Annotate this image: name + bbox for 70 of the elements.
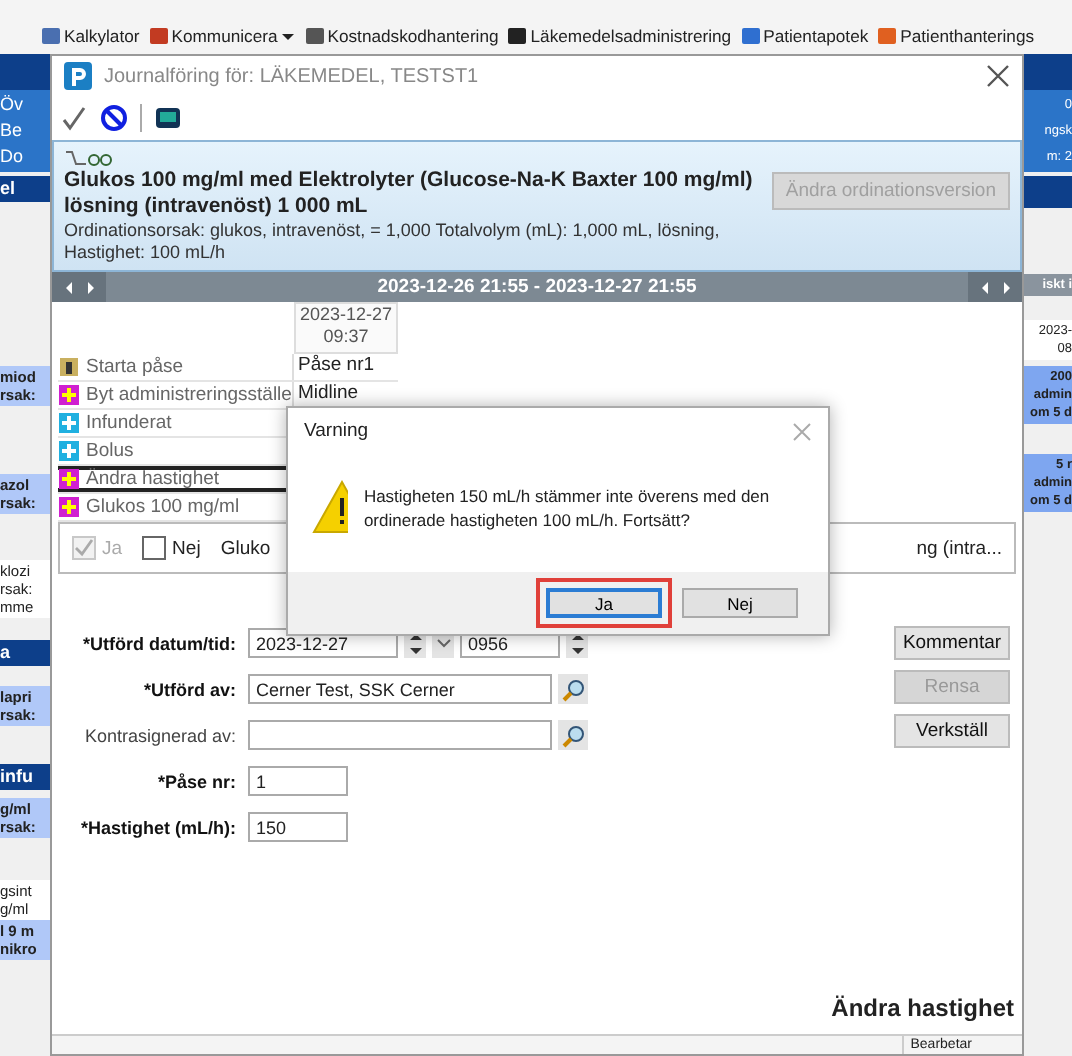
app-logo-icon (64, 62, 92, 90)
menu-item[interactable]: Patienthanterings (876, 24, 1035, 46)
background-header-bar (1024, 54, 1072, 90)
grid-row-label[interactable]: Starta påse (58, 354, 292, 380)
background-header-bar (1024, 176, 1072, 208)
nav-arrows-icon[interactable] (968, 272, 1022, 302)
input-field[interactable] (248, 720, 552, 750)
event-icon (58, 384, 80, 406)
menu-icon (303, 24, 326, 46)
field-label: *Hastighet (mL/h): (79, 817, 238, 837)
event-icon (58, 440, 80, 462)
warning-message: Hastigheten 150 mL/h stämmer inte överens med den ordinerade hastigheten 100 mL/h. Fortsätt? (363, 483, 772, 531)
event-icon (58, 468, 80, 490)
grid-row-label[interactable]: Infunderat (58, 410, 292, 436)
order-text: ng (intra... (916, 537, 1002, 559)
timeline-range: 2023-12-26 21:55 - 2023-12-27 21:55 (375, 276, 699, 298)
menu-icon (506, 24, 529, 46)
background-text: infu (0, 768, 35, 786)
warning-icon (312, 480, 348, 534)
input-field[interactable]: 150 (248, 812, 348, 842)
background-text: el (0, 180, 18, 198)
input-field[interactable]: Cerner Test, SSK Cerner (248, 674, 552, 704)
background-text: Do (0, 144, 26, 170)
grid-row-label[interactable]: Byt administreringsställe (58, 382, 292, 408)
cancel-icon[interactable] (100, 104, 128, 132)
event-icon (58, 412, 80, 434)
menu-icon (876, 24, 899, 46)
grid-row-label[interactable]: Glukos 100 mg/ml (58, 494, 292, 520)
search-icon[interactable] (558, 674, 588, 704)
monitor-icon[interactable] (154, 106, 182, 130)
background-text: Be (0, 118, 25, 144)
action-button[interactable]: Verkställ (894, 714, 1010, 748)
dialog-title: Varning (304, 420, 369, 442)
menu-icon (147, 24, 170, 46)
menu-item[interactable]: Kommunicera (147, 24, 296, 46)
input-field[interactable]: 1 (248, 766, 348, 796)
checkmark-icon[interactable] (60, 104, 88, 132)
form-title: Ändra hastighet (831, 994, 1016, 1026)
menu-item[interactable]: Kalkylator (40, 24, 140, 46)
background-text: Öv (0, 92, 26, 118)
grid-cell: Midline (298, 382, 359, 404)
order-text: Gluko (220, 537, 271, 559)
close-icon[interactable] (986, 64, 1010, 88)
checkbox[interactable] (142, 536, 167, 560)
menu-icon (739, 24, 762, 46)
dialog-button[interactable]: Nej (682, 588, 798, 618)
search-icon[interactable] (558, 720, 588, 750)
window-title: Journalföring för: LÄKEMEDEL, TESTST1 (104, 65, 481, 87)
background-header-bar (0, 54, 50, 90)
checkbox-label: Ja (102, 537, 123, 559)
checkbox-label: Nej (172, 537, 201, 559)
action-button[interactable]: Kommentar (894, 626, 1010, 660)
menu-item[interactable]: Patientapotek (739, 24, 869, 46)
menu-item[interactable]: Läkemedelsadministrering (506, 24, 732, 46)
bag-icon (58, 356, 80, 378)
field-label: *Utförd datum/tid: (81, 633, 238, 653)
field-label: *Utförd av: (141, 679, 238, 699)
grid-cell: Påse nr1 (298, 354, 375, 376)
event-icon (58, 496, 80, 518)
field-label: *Påse nr: (155, 771, 238, 791)
dialog-button[interactable]: Ja (546, 588, 662, 618)
menu-icon (40, 24, 62, 46)
menu-item[interactable]: Kostnadskodhantering (303, 24, 499, 46)
nav-arrows-icon[interactable] (52, 272, 106, 302)
order-title: Glukos 100 mg/ml med Elektrolyter (Glucose-Na-K Baxter 100 mg/ml) lösning (intravenöst) 1 000 mL (64, 168, 755, 220)
order-details: Ordinationsorsak: glukos, intravenöst, = 1,000 Totalvolym (mL): 1,000 mL, lösning, Hastighet: 100 mL/h (64, 220, 722, 264)
column-header: 2023-12-27 09:37 (294, 302, 398, 354)
grid-row-label[interactable]: Bolus (58, 438, 292, 464)
field-label: Kontrasignerad av: (82, 725, 238, 745)
background-text: a (0, 644, 13, 662)
